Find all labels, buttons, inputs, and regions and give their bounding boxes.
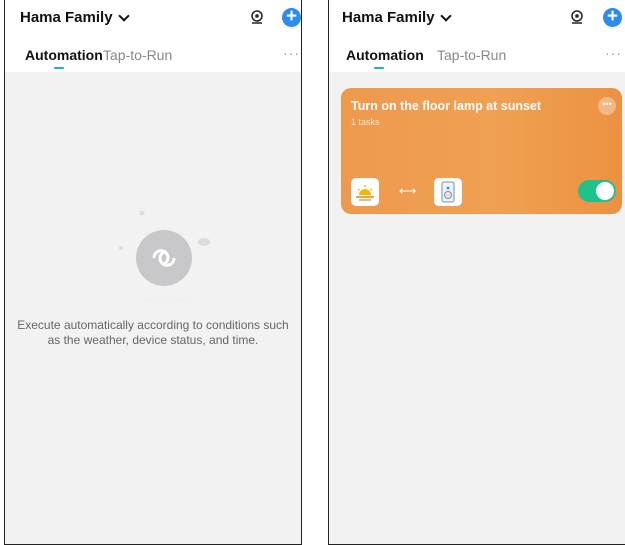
automation-card[interactable]: Turn on the floor lamp at sunset 1 tasks… [341, 88, 622, 214]
more-options-icon[interactable]: ··· [283, 45, 300, 61]
automation-screen-list: Hama Family + Automation Tap-to-Run ··· … [328, 0, 625, 545]
home-selector[interactable]: Hama Family [20, 9, 130, 26]
automation-screen-empty: Hama Family + Automation Tap-to-Run ··· [4, 0, 302, 545]
chevron-down-icon [117, 9, 130, 22]
tab-bar: Automation Tap-to-Run [5, 47, 301, 72]
tab-automation[interactable]: Automation [25, 47, 103, 63]
tab-automation[interactable]: Automation [346, 47, 424, 63]
top-header: Hama Family + Automation Tap-to-Run ··· [329, 0, 625, 72]
automation-enable-toggle[interactable] [578, 180, 616, 202]
camera-scan-icon[interactable] [570, 10, 584, 24]
automation-title: Turn on the floor lamp at sunset [351, 99, 542, 113]
arrow-icon: ⟷ [399, 184, 417, 198]
add-button[interactable]: + [282, 7, 301, 27]
empty-state-message: Execute automatically according to condi… [17, 318, 289, 347]
more-options-icon[interactable]: ··· [605, 45, 622, 61]
toggle-knob [596, 182, 614, 200]
empty-automation-illustration [100, 210, 228, 303]
active-tab-indicator [374, 67, 384, 69]
sunset-icon [351, 178, 379, 206]
tab-bar: Automation Tap-to-Run [329, 47, 625, 72]
chevron-down-icon [439, 9, 452, 22]
home-name-label: Hama Family [20, 9, 113, 26]
tab-tap-to-run[interactable]: Tap-to-Run [437, 47, 506, 63]
home-selector[interactable]: Hama Family [342, 9, 452, 26]
card-more-icon[interactable]: ••• [598, 97, 616, 115]
active-tab-indicator [54, 67, 64, 69]
top-header: Hama Family + Automation Tap-to-Run ··· [5, 0, 301, 72]
tab-tap-to-run[interactable]: Tap-to-Run [103, 47, 172, 63]
camera-scan-icon[interactable] [250, 10, 264, 24]
automation-task-count: 1 tasks [351, 117, 380, 127]
add-button[interactable]: + [603, 7, 622, 27]
smart-plug-icon [434, 178, 462, 206]
home-name-label: Hama Family [342, 9, 435, 26]
